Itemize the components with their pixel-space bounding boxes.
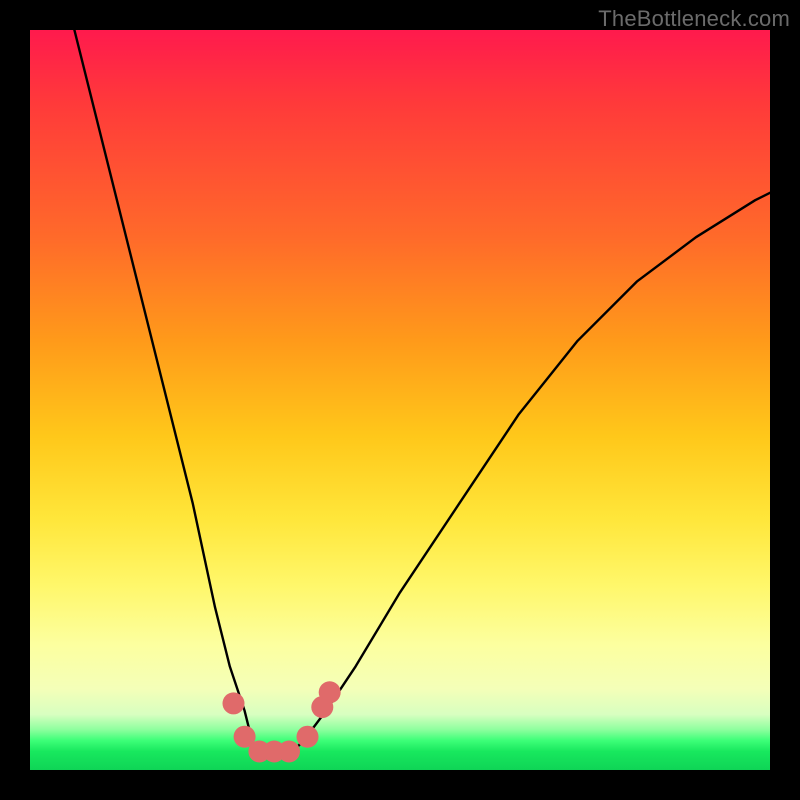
bottleneck-curve [74,30,770,755]
left-upper-marker [223,692,245,714]
plot-area [30,30,770,770]
right-lower-marker [297,726,319,748]
curve-markers [223,681,341,762]
right-upper2-marker [319,681,341,703]
watermark-text: TheBottleneck.com [598,6,790,32]
chart-frame: TheBottleneck.com [0,0,800,800]
curve-layer [30,30,770,770]
trough-marker-3 [278,741,300,763]
